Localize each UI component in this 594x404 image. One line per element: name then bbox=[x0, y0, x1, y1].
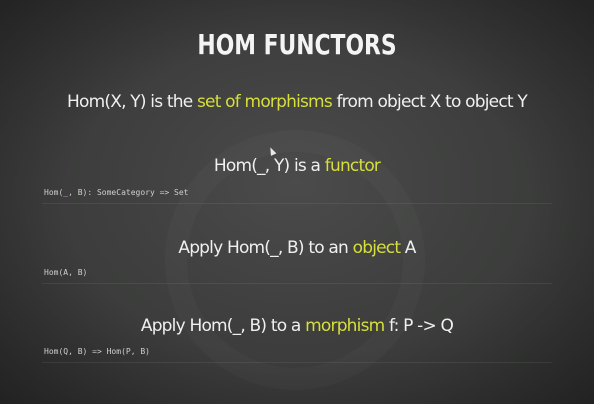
definition-line: Hom(X, Y) is the set of morphisms from o… bbox=[0, 92, 594, 112]
apply-object-code: Hom(A, B) bbox=[44, 268, 88, 277]
apply-morphism-text-end: f: P -> Q bbox=[384, 316, 454, 336]
apply-object-text-end: A bbox=[400, 238, 417, 258]
apply-object-highlight: object bbox=[352, 238, 401, 258]
slide-title: HOM FUNCTORS bbox=[197, 28, 397, 61]
apply-object-line: Apply Hom(_, B) to an object A bbox=[0, 238, 594, 258]
definition-text-start: Hom(X, Y) is the bbox=[67, 92, 197, 112]
functor-signature-code: Hom(_, B): SomeCategory => Set bbox=[44, 188, 189, 197]
functor-text-start: Hom(_, Y) is a bbox=[213, 156, 325, 176]
apply-object-text-start: Apply Hom(_, B) to an bbox=[178, 238, 353, 258]
functor-highlight: functor bbox=[324, 156, 381, 176]
apply-morphism-text-start: Apply Hom(_, B) to a bbox=[140, 316, 306, 336]
divider bbox=[42, 283, 552, 284]
apply-morphism-code: Hom(Q, B) => Hom(P, B) bbox=[44, 347, 150, 356]
definition-highlight: set of morphisms bbox=[196, 92, 333, 112]
divider bbox=[42, 203, 552, 204]
slide: HOM FUNCTORS Hom(X, Y) is the set of mor… bbox=[0, 0, 594, 404]
functor-line: Hom(_, Y) is a functor bbox=[0, 156, 594, 176]
apply-morphism-line: Apply Hom(_, B) to a morphism f: P -> Q bbox=[0, 316, 594, 336]
apply-morphism-highlight: morphism bbox=[305, 316, 385, 336]
definition-text-end: from object X to object Y bbox=[331, 92, 527, 112]
divider bbox=[42, 362, 552, 363]
